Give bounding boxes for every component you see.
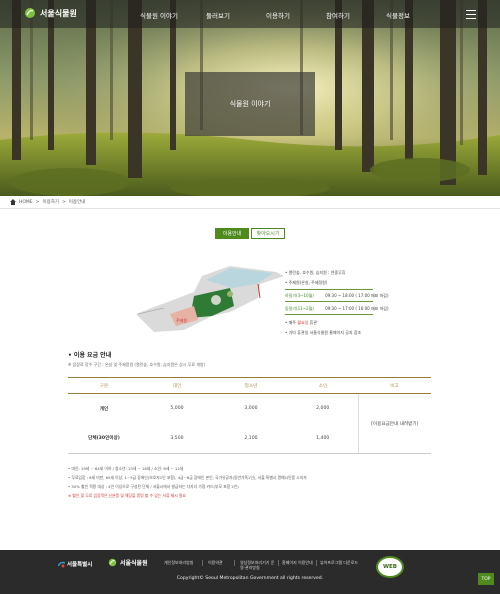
breadcrumb: HOME > 이용하기 > 이용안내 <box>10 199 85 205</box>
holiday-note: • 기타 휴관일 서울식물원 홈페이지 공지 참조 <box>285 330 362 335</box>
summer-hours-value: 09:30 ~ 18:00 ( 17:00 매표 마감) <box>325 293 389 298</box>
note-free-entry: • 무료입장 : 6세 미만, 65세 이상, 1~3급 장애인(보호자1인 포… <box>68 475 307 480</box>
nav-item-tour[interactable]: 둘러보기 <box>206 10 230 20</box>
column-header: 대인 <box>140 377 214 394</box>
seoul-city-logo[interactable]: 서울특별시 <box>58 560 92 568</box>
footer-link-terms[interactable]: 이용약관 <box>208 560 223 566</box>
adult-fee: 5,000 <box>170 406 184 412</box>
fee-download-link[interactable]: [이용요금안내 내려받기] <box>357 393 431 454</box>
column-header: 청소년 <box>214 377 288 394</box>
nav-item-use[interactable]: 이용하기 <box>266 10 290 20</box>
scroll-top-button[interactable]: TOP <box>478 573 494 585</box>
closed-prefix: • 매주 <box>285 320 296 325</box>
row-label: 개인 <box>99 406 109 412</box>
tab-label: 찾아오시기 <box>256 231 280 237</box>
divider <box>285 289 373 290</box>
seoul-logo-text: 서울특별시 <box>67 562 93 568</box>
footer-link-viewer[interactable]: 뷰어프로그램 다운로드 <box>320 560 358 566</box>
page: 서울식물원 식물원 이야기 둘러보기 이용하기 참여하기 식물정보 식물원 이야… <box>0 0 500 594</box>
hero-title: 식물원 이야기 <box>229 100 271 108</box>
breadcrumb-separator: > <box>35 199 40 205</box>
winter-hours-value: 09:30 ~ 17:00 ( 16:00 매표 마감) <box>325 306 389 311</box>
arboretum-logo-text: 서울식물원 <box>120 560 148 567</box>
child-fee: 1,400 <box>288 423 358 454</box>
winter-hours-label: 동절기(11~2월) <box>285 306 314 311</box>
youth-fee: 2,100 <box>214 423 288 454</box>
site-map: 주제원 <box>134 262 284 338</box>
child-fee: 2,000 <box>316 406 330 412</box>
top-navigation-bar: 서울식물원 식물원 이야기 둘러보기 이용하기 참여하기 식물정보 <box>0 0 500 28</box>
legend-theme-zone: • 주제원(온실, 주제정원) <box>285 280 328 285</box>
divider <box>316 560 317 566</box>
divider <box>234 560 235 566</box>
seoul-logo-icon <box>58 561 65 567</box>
summer-hours-row: 하절기(3~10월) 09:30 ~ 18:00 ( 17:00 매표 마감) <box>285 293 389 299</box>
closed-day: 월요일 <box>297 320 309 325</box>
hero-title-box: 식물원 이야기 <box>185 72 315 136</box>
footer <box>0 550 500 594</box>
note-discount: • 50% 할인 적용 대상 : 4인 이상으로 구성된 단체 / 서울시에서 … <box>68 484 239 489</box>
hero-banner: 서울식물원 식물원 이야기 둘러보기 이용하기 참여하기 식물정보 식물원 이야… <box>0 0 500 196</box>
closed-day-row: • 매주 월요일 휴관 <box>285 320 317 326</box>
hamburger-menu-icon[interactable] <box>466 10 476 19</box>
column-header: 소인 <box>288 377 358 394</box>
badge-text: WEB <box>382 564 398 570</box>
leaf-logo-icon <box>108 558 117 567</box>
legend-open-zones: • 열린숲, 호수원, 습지원 : 연중무휴 <box>285 270 346 275</box>
breadcrumb-level1[interactable]: 이용하기 <box>42 199 59 205</box>
breadcrumb-home[interactable]: HOME <box>19 200 33 205</box>
footer-link-privacy[interactable]: 개인정보처리방침 <box>164 560 193 566</box>
tab-label: 이용안내 <box>222 231 242 237</box>
row-label: 단체(30인이상) <box>68 423 140 454</box>
home-icon[interactable] <box>10 199 16 205</box>
fee-table: 구분 대인 청소년 소인 비고 개인 5,000 3,000 2,000 [이용… <box>68 377 431 454</box>
winter-hours-row: 동절기(11~2월) 09:30 ~ 17:00 ( 16:00 매표 마감) <box>285 306 389 312</box>
arboretum-footer-logo[interactable]: 서울식물원 <box>108 558 148 567</box>
summer-hours-label: 하절기(3~10월) <box>285 293 314 298</box>
tab-usage-guide[interactable]: 이용안내 <box>215 228 249 239</box>
divider <box>285 301 373 302</box>
fee-section-subtitle: ※ 입장료 징수 구간 : 온실 및 주제정원 (열린숲, 호수원, 습지원은 … <box>68 362 206 367</box>
copyright: Copyright© Seoul Metropolitan Government… <box>176 576 324 581</box>
note-age-ranges: • 대인: 19세 ~ 64세 이하 / 청소년: 13세 ~ 18세 / 소인… <box>68 466 184 471</box>
breadcrumb-current[interactable]: 이용안내 <box>69 199 86 205</box>
site-map-illustration: 주제원 <box>136 266 284 332</box>
divider <box>285 314 373 315</box>
column-header: 구분 <box>68 377 140 394</box>
divider <box>202 560 203 566</box>
site-logo[interactable]: 서울식물원 <box>24 7 77 19</box>
map-zone-label: 주제원 <box>176 317 187 323</box>
nav-item-plant-info[interactable]: 식물정보 <box>386 10 410 20</box>
fee-section-title: • 이용 요금 안내 <box>68 352 112 359</box>
web-accessibility-badge[interactable]: WEB <box>376 556 404 578</box>
note-id-required: ※ 할인 및 무료 입장객은 신분증 및 해당을 증빙 할 수 있는 서류 제시… <box>68 493 186 498</box>
breadcrumb-separator: > <box>62 199 66 205</box>
tab-directions[interactable]: 찾아오시기 <box>251 228 285 239</box>
divider <box>0 208 500 209</box>
divider <box>278 560 279 566</box>
nav-item-participate[interactable]: 참여하기 <box>326 10 350 20</box>
adult-fee: 3,500 <box>140 423 214 454</box>
footer-link-guide[interactable]: 홈페이지 이용안내 <box>282 560 313 566</box>
nav-item-story[interactable]: 식물원 이야기 <box>140 10 178 20</box>
footer-link-cctv[interactable]: 영상정보처리기기 운영·관리방침 <box>240 560 276 570</box>
table-header-row: 구분 대인 청소년 소인 비고 <box>68 377 431 394</box>
logo-text: 서울식물원 <box>40 8 77 18</box>
table-row: 개인 5,000 3,000 2,000 [이용요금안내 내려받기] <box>68 393 431 454</box>
closed-suffix: 휴관 <box>309 320 317 325</box>
leaf-logo-icon <box>25 8 35 18</box>
column-header: 비고 <box>358 377 431 394</box>
top-label: TOP <box>481 576 491 582</box>
youth-fee: 3,000 <box>244 406 258 412</box>
